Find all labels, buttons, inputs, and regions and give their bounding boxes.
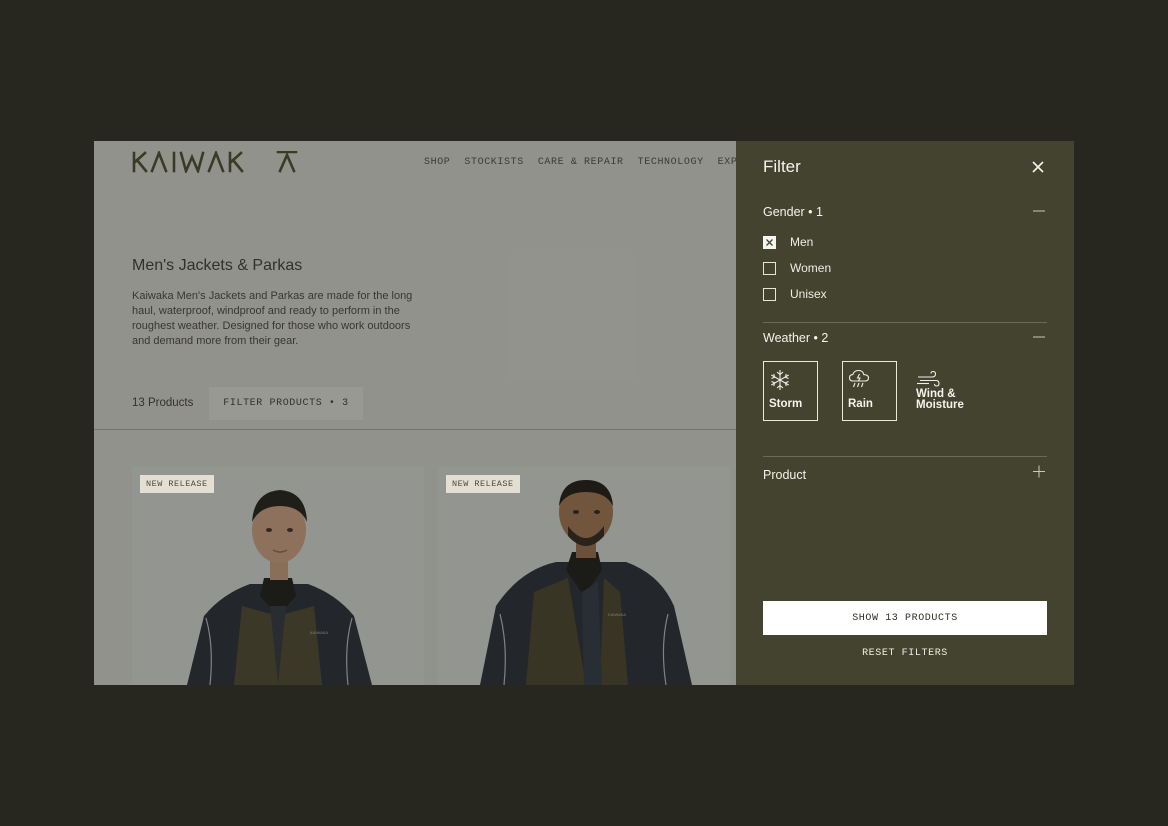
filter-drawer: Filter Gender • 1 Men Women Unisex Weath…: [736, 141, 1074, 685]
x-mark-icon: [766, 238, 773, 246]
show-products-button[interactable]: SHOW 13 PRODUCTS: [763, 601, 1047, 635]
checkbox-label: Unisex: [790, 287, 827, 301]
weather-label-line2: Moisture: [916, 399, 964, 411]
close-icon[interactable]: [1029, 158, 1047, 176]
collection-page: SHOP STOCKISTS CARE & REPAIR TECHNOLOGY …: [94, 141, 736, 685]
section-divider: [763, 322, 1047, 323]
gender-option-unisex[interactable]: Unisex: [763, 287, 827, 301]
reset-filters-link[interactable]: RESET FILTERS: [763, 648, 1047, 659]
wind-icon: [917, 370, 940, 387]
weather-option-wind-moisture[interactable]: Wind & Moisture: [911, 361, 966, 421]
checkbox[interactable]: [763, 287, 776, 301]
drawer-backdrop-overlay[interactable]: [94, 141, 736, 685]
app-frame: SHOP STOCKISTS CARE & REPAIR TECHNOLOGY …: [94, 141, 1074, 685]
weather-option-label: Rain: [848, 398, 873, 410]
weather-option-rain[interactable]: Rain: [842, 361, 897, 421]
product-section-heading[interactable]: Product: [763, 468, 806, 482]
filter-title: Filter: [763, 157, 801, 176]
gender-section-heading[interactable]: Gender • 1: [763, 205, 823, 219]
snowflake-icon: [771, 370, 789, 390]
weather-option-storm[interactable]: Storm: [763, 361, 818, 421]
checkbox-label: Women: [790, 261, 832, 275]
gender-option-women[interactable]: Women: [763, 261, 831, 275]
section-divider: [763, 456, 1047, 457]
gender-option-men[interactable]: Men: [763, 235, 813, 249]
new-release-badge: NEW RELEASE: [140, 475, 214, 493]
new-release-badge: NEW RELEASE: [446, 475, 520, 493]
weather-option-label: Storm: [769, 398, 803, 410]
weather-option-label: Wind & Moisture: [916, 388, 964, 411]
checkbox-checked[interactable]: [763, 235, 776, 249]
collapse-minus-icon[interactable]: [1032, 331, 1046, 345]
checkbox-label: Men: [790, 235, 814, 249]
collapse-minus-icon[interactable]: [1032, 205, 1046, 219]
expand-plus-icon[interactable]: [1032, 465, 1046, 479]
weather-section-heading[interactable]: Weather • 2: [763, 331, 828, 345]
checkbox[interactable]: [763, 261, 776, 275]
rain-cloud-icon: [848, 369, 870, 388]
